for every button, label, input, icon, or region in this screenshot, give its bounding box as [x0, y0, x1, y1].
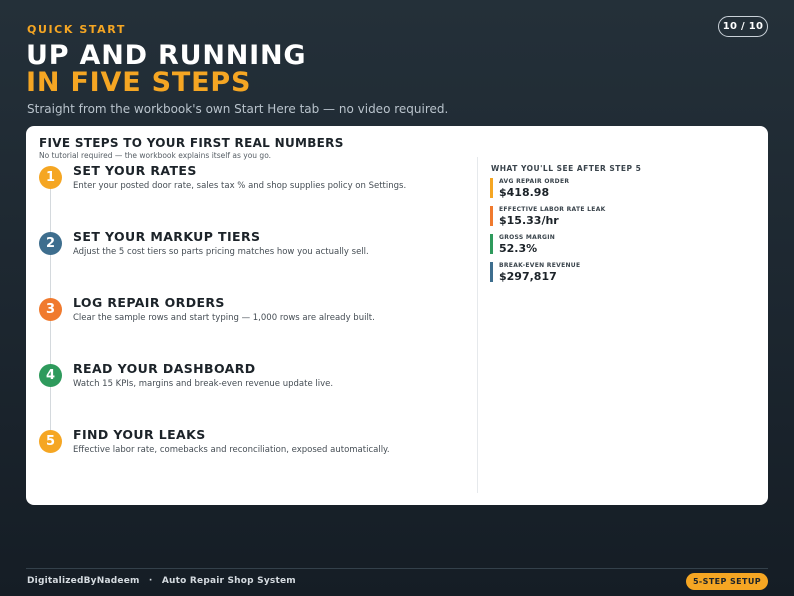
step-item: 2 SET YOUR MARKUP TIERS Adjust the 5 cos… [39, 229, 469, 272]
step-description: Enter your posted door rate, sales tax %… [73, 181, 407, 191]
step-title: FIND YOUR LEAKS [73, 427, 206, 442]
step-title: LOG REPAIR ORDERS [73, 295, 225, 310]
page-subtitle: Straight from the workbook's own Start H… [27, 102, 449, 116]
card-note: No tutorial required — the workbook expl… [39, 151, 272, 160]
kpi-label: BREAK-EVEN REVENUE [499, 262, 581, 269]
step-description: Adjust the 5 cost tiers so parts pricing… [73, 247, 369, 257]
steps-card: FIVE STEPS TO YOUR FIRST REAL NUMBERS No… [26, 126, 768, 505]
kpi-break-even-revenue: BREAK-EVEN REVENUE $297,817 [490, 262, 690, 283]
step-number-badge: 3 [39, 298, 62, 321]
step-description: Clear the sample rows and start typing —… [73, 313, 375, 323]
kpi-gross-margin: GROSS MARGIN 52.3% [490, 234, 690, 255]
kpi-avg-repair-order: AVG REPAIR ORDER $418.98 [490, 178, 690, 199]
step-number-badge: 4 [39, 364, 62, 387]
kpi-effective-labor-rate-leak: EFFECTIVE LABOR RATE LEAK $15.33/hr [490, 206, 690, 227]
step-number-badge: 5 [39, 430, 62, 453]
kpi-value: $15.33/hr [499, 214, 559, 227]
step-number-badge: 1 [39, 166, 62, 189]
kpi-label: EFFECTIVE LABOR RATE LEAK [499, 206, 606, 213]
footer-product: Auto Repair Shop System [161, 576, 296, 586]
step-title: SET YOUR RATES [73, 163, 197, 178]
column-divider [477, 157, 478, 493]
step-description: Effective labor rate, comebacks and reco… [73, 445, 390, 455]
step-title: READ YOUR DASHBOARD [73, 361, 256, 376]
results-heading: WHAT YOU'LL SEE AFTER STEP 5 [491, 164, 642, 173]
kpi-label: AVG REPAIR ORDER [499, 178, 570, 185]
step-item: 3 LOG REPAIR ORDERS Clear the sample row… [39, 295, 469, 338]
step-item: 1 SET YOUR RATES Enter your posted door … [39, 163, 469, 206]
footer-separator: · [148, 576, 153, 586]
page-indicator: 10 / 10 [718, 16, 768, 37]
step-item: 5 FIND YOUR LEAKS Effective labor rate, … [39, 427, 469, 470]
footer-credit: DigitalizedByNadeem · Auto Repair Shop S… [27, 576, 296, 586]
step-description: Watch 15 KPIs, margins and break-even re… [73, 379, 334, 389]
step-title: SET YOUR MARKUP TIERS [73, 229, 261, 244]
footer-rule [26, 568, 768, 569]
kpi-value: 52.3% [499, 242, 538, 255]
footer-badge: 5-STEP SETUP [686, 573, 768, 590]
footer-brand: DigitalizedByNadeem [27, 576, 140, 586]
step-number-badge: 2 [39, 232, 62, 255]
kpi-value: $418.98 [499, 186, 550, 199]
page-title-line-2: IN FIVE STEPS [26, 67, 252, 98]
kpi-value: $297,817 [499, 270, 557, 283]
kicker: QUICK START [27, 23, 126, 36]
card-title: FIVE STEPS TO YOUR FIRST REAL NUMBERS [39, 136, 344, 150]
kpi-label: GROSS MARGIN [499, 234, 556, 241]
step-item: 4 READ YOUR DASHBOARD Watch 15 KPIs, mar… [39, 361, 469, 404]
